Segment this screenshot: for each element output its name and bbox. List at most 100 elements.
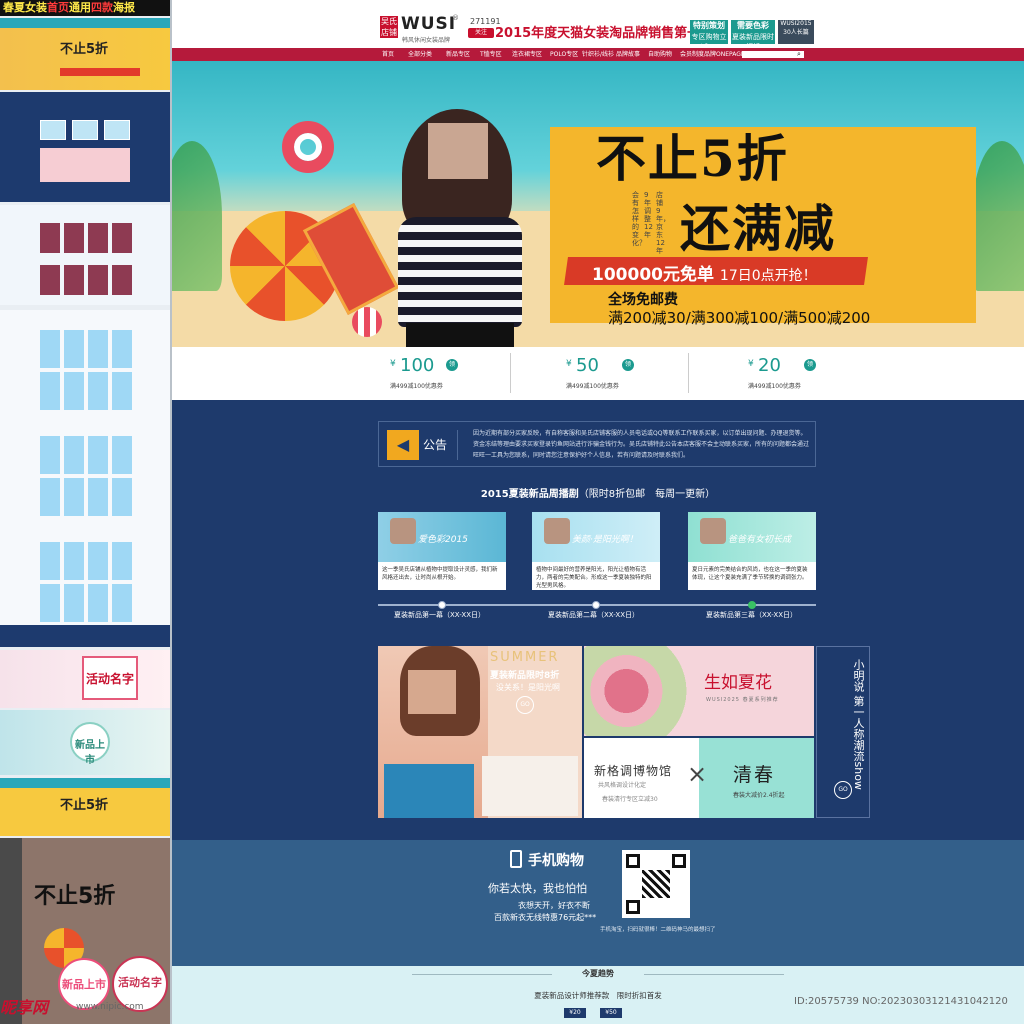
nav-item-polo[interactable]: POLO专区	[550, 48, 578, 61]
mobile-line-2: 衣想天开，好衣不断	[518, 901, 590, 910]
mobile-shopping-section: 手机购物 你若太快，我也怕怕 衣想天开，好衣不断 百款新衣无线特惠76元起***…	[172, 840, 1024, 966]
hero-discount-tiers: 满200减30/满300减100/满500减200	[608, 309, 871, 327]
trend-tab-20[interactable]: ¥20	[564, 1008, 586, 1018]
thumb-poster-pink[interactable]: 活动名字	[0, 650, 170, 708]
promo-museum[interactable]: 新格调博物馆 共风格调设计化定 春装清行专区立减30	[584, 738, 699, 818]
special-plan-link[interactable]: 特别策划 专区购物立减10	[690, 20, 728, 51]
hero-vertical-2: 9年调整12年	[644, 191, 653, 239]
main-nav: 首页 全部分类 新品专区 T恤专区 连衣裙专区 POLO专区 针织衫/线衫 品牌…	[172, 48, 1024, 61]
content-section: ◀ 公告 因为近期有部分买家反映，有自称客服和吴氏店铺客服的人员电话或QQ等联系…	[172, 400, 1024, 840]
hero-title-1: 不止5折	[596, 129, 789, 188]
notice-label: 公告	[423, 438, 448, 452]
mobile-line-3: 百款新衣无线特惠76元起***	[494, 913, 597, 922]
timeline-label-3: 夏装新品第三幕（XX-XX日）	[706, 611, 798, 619]
thumb-poster-yellow[interactable]: 不止5折	[0, 778, 170, 836]
watermark-id: ID:20575739 NO:20230303121431042120	[794, 996, 1008, 1007]
page: 春夏女装首页通用四款海报 不止5折 活动名字 新品上市 不止5折 不止5折 新品…	[0, 0, 1024, 1024]
trend-tab-50[interactable]: ¥50	[600, 1008, 622, 1018]
hero-banner[interactable]: 不止5折 还满减 店铺9年，京东12年 9年调整12年 会有怎样的变化？ 100…	[172, 61, 1024, 347]
follow-button[interactable]: 关注	[468, 28, 494, 38]
phone-icon	[510, 850, 522, 868]
weekly-title: 2015夏装新品周播剧（限时8折包邮 每周一更新）	[480, 489, 716, 500]
coupon-100[interactable]: ¥ 100 领 满499减100优惠券	[390, 355, 510, 393]
coupon-claim-icon[interactable]: 领	[446, 359, 458, 371]
notice-text: 因为近期有部分买家反映，有自称客服和吴氏店铺客服的人员电话或QQ等联系工作联系买…	[473, 430, 810, 459]
speaker-icon: ◀	[387, 430, 419, 460]
hero-vertical-1: 店铺9年，京东12年	[656, 191, 670, 255]
hero-free-order: 100000元免单 17日0点开抢！	[592, 265, 817, 285]
store-slogan: 2015年度天猫女装淘品牌销售第一	[495, 26, 701, 41]
notice-box: ◀ 公告 因为近期有部分买家反映，有自称客服和吴氏店铺客服的人员电话或QQ等联系…	[378, 421, 816, 467]
watermark-url: www.nipic.com	[76, 1002, 144, 1012]
palm-icon	[172, 141, 222, 291]
promo-spring[interactable]: × 清春 春装大减价2.4折起	[687, 738, 814, 818]
thumb-poster-teal[interactable]: 新品上市	[0, 710, 170, 775]
mobile-line-1: 你若太快，我也怕怕	[488, 882, 587, 895]
watermark-brand: 昵享网	[0, 998, 49, 1017]
store-page: 吴氏店铺 WUSI ® 韩风休闲女装品牌 271191 关注 2015年度天猫女…	[172, 0, 1024, 1024]
promo-show[interactable]: 小明说 第一人称潮流show GO	[816, 646, 870, 818]
beach-ball-icon	[352, 307, 382, 337]
mobile-title: 手机购物	[528, 853, 584, 869]
qr-code[interactable]	[622, 850, 690, 918]
wusi-badge[interactable]: WUSI2015 30人长篇	[778, 20, 814, 44]
nav-item-tshirt[interactable]: T恤专区	[480, 48, 502, 61]
cross-icon: ×	[687, 760, 708, 788]
nav-item-onepage[interactable]: 品牌ONEPAGE	[704, 48, 745, 61]
nav-item-dress[interactable]: 连衣裙专区	[512, 48, 542, 61]
nav-item-story[interactable]: 品牌故事	[616, 48, 640, 61]
coupon-20[interactable]: ¥ 20 领 满499减100优惠券	[748, 355, 868, 393]
hero-free-shipping: 全场免邮费	[608, 292, 678, 308]
ps-hero-text: 不止5折	[34, 884, 116, 909]
thumb-hero[interactable]: 不止5折	[0, 18, 170, 90]
weekly-card-1[interactable]: 爱色彩2015 这一季吴氏店铺从植物中提取设计灵感，我们新风格还出去，让时尚从根…	[378, 512, 506, 590]
mobile-footnote: 手机淘宝，扫码就很棒！二维码神马的最想扫了	[600, 927, 716, 933]
search-icon[interactable]: ⌕	[797, 48, 801, 61]
thumb-hero-text: 不止5折	[60, 42, 109, 57]
thumb-blank-grid[interactable]	[0, 310, 170, 630]
promo-summer[interactable]: SUMMER 夏装新品限时8折 没关系！是阳光啊 GO	[378, 646, 582, 818]
weekly-timeline	[378, 601, 816, 609]
model-image	[390, 101, 530, 347]
thumbnail-strip: 春夏女装首页通用四款海报 不止5折 活动名字 新品上市 不止5折 不止5折 新品…	[0, 0, 172, 1024]
nav-item-home[interactable]: 首页	[382, 48, 394, 61]
promo-flower[interactable]: 生如夏花 WUSI2025 春夏系列推荐	[584, 646, 814, 736]
strip-title: 春夏女装首页通用四款海报	[0, 0, 170, 16]
registered-icon: ®	[452, 14, 459, 22]
thumb-footer-bar[interactable]	[0, 625, 170, 647]
timeline-dot[interactable]	[438, 601, 446, 609]
timeline-dot[interactable]	[592, 601, 600, 609]
weekly-card-3[interactable]: 爸爸有女初长成 夏日元素的完美结合的风尚，也在这一季的夏装体现，让这个夏装充满了…	[688, 512, 816, 590]
nav-item-selfservice[interactable]: 自助购物	[648, 48, 672, 61]
nav-item-categories[interactable]: 全部分类	[408, 48, 432, 61]
coupon-bar: ¥ 100 领 满499减100优惠券 ¥ 50 领 满499减100优惠券 ¥…	[172, 347, 1024, 400]
coupon-claim-icon[interactable]: 领	[804, 359, 816, 371]
trend-section: 今夏趋势 夏装新品设计师推荐款 限时折扣首发 ¥20 ¥50	[172, 966, 1024, 1024]
hero-vertical-3: 会有怎样的变化？	[632, 191, 646, 247]
go-button[interactable]: GO	[834, 781, 852, 799]
logo-badge[interactable]: 吴氏店铺	[380, 16, 398, 38]
color-promo-link[interactable]: 需要色彩 夏装新品限时打折	[731, 20, 775, 51]
store-header: 吴氏店铺 WUSI ® 韩风休闲女装品牌 271191 关注 2015年度天猫女…	[172, 0, 1024, 51]
nav-item-knit[interactable]: 针织衫/线衫	[582, 48, 614, 61]
weekly-card-2[interactable]: 美颜·是阳光啊！ 植物中间最好的营养是阳光，阳光让植物有活力，两者的完美配合。形…	[532, 512, 660, 590]
thumb-navy-section[interactable]	[0, 92, 170, 202]
thumb-product-grid[interactable]	[0, 205, 170, 305]
nav-item-membership[interactable]: 会员制度	[680, 48, 704, 61]
flower-icon	[584, 646, 690, 736]
swim-ring-icon	[282, 121, 334, 173]
palm-icon	[972, 141, 1024, 291]
nav-item-new[interactable]: 新品专区	[446, 48, 470, 61]
logo-subtitle: 韩风休闲女装品牌	[402, 37, 451, 44]
coupon-claim-icon[interactable]: 领	[622, 359, 634, 371]
timeline-dot-active[interactable]	[748, 601, 756, 609]
trend-title: 今夏趋势	[582, 968, 614, 978]
search-input[interactable]	[742, 51, 804, 58]
logo-text[interactable]: WUSI	[401, 14, 456, 34]
promo-grid: SUMMER 夏装新品限时8折 没关系！是阳光啊 GO 生如夏花 WUSI202…	[378, 646, 870, 818]
coupon-50[interactable]: ¥ 50 领 满499减100优惠券	[566, 355, 686, 393]
timeline-label-2: 夏装新品第二幕（XX-XX日）	[548, 611, 640, 619]
hero-title-2: 还满减	[680, 199, 836, 258]
go-button[interactable]: GO	[516, 696, 534, 714]
timeline-label-1: 夏装新品第一幕（XX-XX日）	[394, 611, 486, 619]
